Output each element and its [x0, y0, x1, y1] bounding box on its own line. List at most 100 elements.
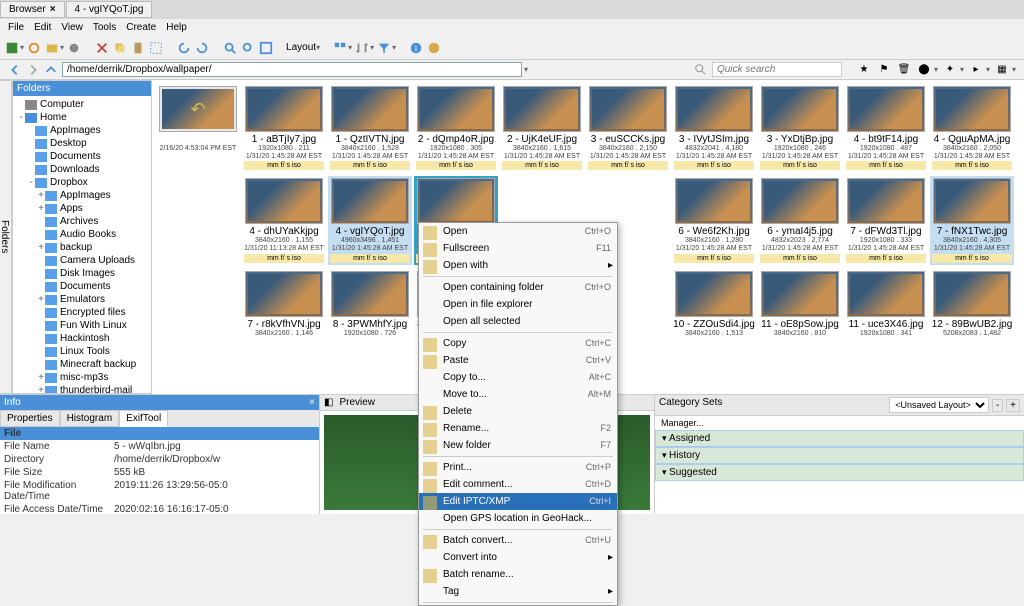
ctx-open[interactable]: OpenCtrl+O	[419, 223, 617, 240]
thumbnail-item[interactable]: 6 - ymaI4j5.jpg4832x2023 . 2,7741/31/20 …	[758, 176, 842, 264]
ctx-new-folder[interactable]: New folderF7	[419, 437, 617, 454]
ctx-edit-comment-[interactable]: Edit comment...Ctrl+D	[419, 476, 617, 493]
category-manager[interactable]: Manager...	[655, 416, 1024, 430]
ctx-fullscreen[interactable]: FullscreenF11	[419, 240, 617, 257]
ctx-open-gps-location-in-geohack-[interactable]: Open GPS location in GeoHack...	[419, 510, 617, 527]
thumbnail-item[interactable]: 3 - YxDtjBp.jpg1920x1080 . 2461/31/20 1:…	[758, 84, 842, 172]
accordion-assigned[interactable]: ▾ Assigned	[655, 430, 1024, 447]
ctx-delete[interactable]: Delete	[419, 403, 617, 420]
tree-item[interactable]: Documents	[15, 150, 149, 163]
thumbnail-item[interactable]: 1 - aBTjIy7.jpg1920x1080 . 2111/31/20 1:…	[242, 84, 326, 172]
ctx-copy-to-[interactable]: Copy to...Alt+C	[419, 369, 617, 386]
gear-icon[interactable]	[66, 40, 82, 56]
close-icon[interactable]: ×	[50, 4, 56, 15]
back-icon[interactable]	[8, 63, 22, 77]
thumbnail-item[interactable]: 6 - We6f2Kh.jpg3840x2160 . 1,2801/31/20 …	[672, 176, 756, 264]
zoom-out-icon[interactable]	[240, 40, 256, 56]
tree-item[interactable]: Hackintosh	[15, 332, 149, 345]
forward-icon[interactable]	[26, 63, 40, 77]
ctx-open-with[interactable]: Open with▸	[419, 257, 617, 274]
thumbnail-item[interactable]: 4 - vgIYQoT.jpg4960x3496 . 1,4511/31/20 …	[328, 176, 412, 264]
tree-item[interactable]: Audio Books	[15, 228, 149, 241]
tree-item[interactable]: +AppImages	[15, 189, 149, 202]
cut-icon[interactable]	[94, 40, 110, 56]
tree-item[interactable]: +Apps	[15, 202, 149, 215]
tree-item[interactable]: Encrypted files	[15, 306, 149, 319]
tree-item[interactable]: Camera Uploads	[15, 254, 149, 267]
tab-image[interactable]: 4 - vgIYQoT.jpg	[66, 1, 153, 18]
menu-file[interactable]: File	[4, 21, 28, 34]
thumbnail-item[interactable]: 11 - uce3X46.jpg1920x1080 . 341	[844, 269, 928, 340]
ctx-paste[interactable]: PasteCtrl+V	[419, 352, 617, 369]
layout-select[interactable]: <Unsaved Layout>	[889, 397, 989, 413]
ctx-move-to-[interactable]: Move to...Alt+M	[419, 386, 617, 403]
thumbnail-item[interactable]: 3 - euSCCKs.jpg3840x2160 . 2,1501/31/20 …	[586, 84, 670, 172]
ctx-rename-[interactable]: Rename...F2	[419, 420, 617, 437]
tree-item[interactable]: Disk Images	[15, 267, 149, 280]
ctx-open-in-file-explorer[interactable]: Open in file explorer	[419, 296, 617, 313]
menu-edit[interactable]: Edit	[30, 21, 55, 34]
thumbnail-item[interactable]: 4 - bt9tF14.jpg1920x1080 . 4871/31/20 1:…	[844, 84, 928, 172]
tree-item[interactable]: -Home	[15, 111, 149, 124]
tree-item[interactable]: Archives	[15, 215, 149, 228]
tree-item[interactable]: AppImages	[15, 124, 149, 137]
tree-item[interactable]: Linux Tools	[15, 345, 149, 358]
ctx-open-all-selected[interactable]: Open all selected	[419, 313, 617, 330]
close-icon[interactable]: ×	[309, 397, 315, 408]
rotate-left-icon[interactable]	[176, 40, 192, 56]
thumbnail-item[interactable]: 7 - fNX1Twc.jpg3840x2160 . 4,3051/31/20 …	[930, 176, 1014, 264]
tree-item[interactable]: Documents	[15, 280, 149, 293]
paste-icon[interactable]	[130, 40, 146, 56]
tab-histogram[interactable]: Histogram	[60, 410, 120, 427]
tree-item[interactable]: Downloads	[15, 163, 149, 176]
ctx-print-[interactable]: Print...Ctrl+P	[419, 459, 617, 476]
minus-button[interactable]: -	[992, 399, 1003, 412]
ctx-batch-rename-[interactable]: Batch rename...	[419, 566, 617, 583]
info-icon[interactable]: i	[408, 40, 424, 56]
thumbnail-item[interactable]: 8 - 3PWMhfY.jpg1920x1080 . 726	[328, 269, 412, 340]
thumbnail-item[interactable]: 11 - oE8pSow.jpg3840x2160 . 810	[758, 269, 842, 340]
accordion-history[interactable]: ▾ History	[655, 447, 1024, 464]
help-icon[interactable]	[426, 40, 442, 56]
sidetab-folders[interactable]: Folders	[0, 80, 12, 394]
ctx-open-containing-folder[interactable]: Open containing folderCtrl+O	[419, 279, 617, 296]
thumbnail-item[interactable]: 4 - QguApMA.jpg3840x2160 . 2,0501/31/20 …	[930, 84, 1014, 172]
copy-icon[interactable]	[112, 40, 128, 56]
thumbnail-item[interactable]: 7 - dFWd3Tl.jpg1920x1080 . 3331/31/20 1:…	[844, 176, 928, 264]
menu-help[interactable]: Help	[162, 21, 191, 34]
menu-view[interactable]: View	[57, 21, 87, 34]
address-dropdown-icon[interactable]: ▾	[524, 65, 528, 74]
ctx-batch-convert-[interactable]: Batch convert...Ctrl+U	[419, 532, 617, 549]
thumbnail-item[interactable]: 4 - dhUYaKkjpg3840x2160 . 1,1551/31/20 1…	[242, 176, 326, 264]
save-icon[interactable]	[4, 40, 20, 56]
tree-item[interactable]: Computer	[15, 98, 149, 111]
thumbnail-item[interactable]: 1 - QztIVTN.jpg3840x2160 . 1,5281/31/20 …	[328, 84, 412, 172]
plus-button[interactable]: +	[1006, 399, 1020, 412]
tab-exiftool[interactable]: ExifTool	[119, 410, 168, 427]
thumbnail-item[interactable]: 12 - 89BwUB2.jpg5208x2083 . 1,482	[930, 269, 1014, 340]
ctx-convert-into[interactable]: Convert into▸	[419, 549, 617, 566]
thumbnail-item[interactable]: 10 - ZZOuSdi4.jpg3840x2160 . 1,513	[672, 269, 756, 340]
ctx-copy[interactable]: CopyCtrl+C	[419, 335, 617, 352]
tag-yellow-icon[interactable]: ⬤	[916, 62, 932, 78]
view-icon[interactable]	[332, 40, 348, 56]
tab-properties[interactable]: Properties	[0, 410, 60, 427]
accordion-suggested[interactable]: ▾ Suggested	[655, 464, 1024, 481]
tab-browser[interactable]: Browser×	[0, 1, 65, 18]
filter-icon[interactable]	[376, 40, 392, 56]
tag-star-icon[interactable]: ✦	[942, 62, 958, 78]
zoom-in-icon[interactable]	[222, 40, 238, 56]
tag-bookmark-icon[interactable]: ▸	[968, 62, 984, 78]
tree-item[interactable]: -Dropbox	[15, 176, 149, 189]
trash-icon[interactable]: 🗑	[896, 62, 912, 78]
tree-item[interactable]: +thunderbird-mail	[15, 384, 149, 394]
ctx-tag[interactable]: Tag▸	[419, 583, 617, 600]
star-icon[interactable]: ★	[856, 62, 872, 78]
menu-create[interactable]: Create	[122, 21, 160, 34]
thumbnail-item[interactable]: 2 - dQmp4oR.jpg1920x1080 . 3051/31/20 1:…	[414, 84, 498, 172]
up-icon[interactable]	[44, 63, 58, 77]
flag-icon[interactable]: ⚑	[876, 62, 892, 78]
rotate-right-icon[interactable]	[194, 40, 210, 56]
address-input[interactable]	[62, 62, 522, 77]
tree-item[interactable]: Desktop	[15, 137, 149, 150]
